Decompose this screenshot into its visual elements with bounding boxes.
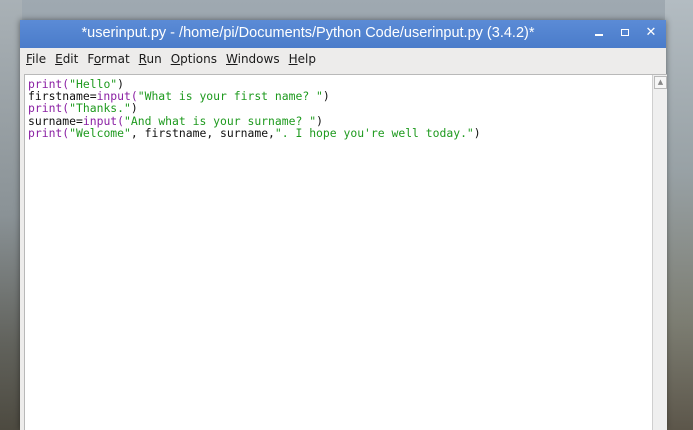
- maximize-icon[interactable]: [618, 26, 632, 40]
- menu-help[interactable]: Help: [289, 52, 316, 66]
- window-title: *userinput.py - /home/pi/Documents/Pytho…: [81, 25, 535, 41]
- minimize-icon[interactable]: [592, 26, 606, 40]
- title-bar[interactable]: *userinput.py - /home/pi/Documents/Pytho…: [20, 20, 666, 48]
- menu-options[interactable]: Options: [171, 52, 217, 66]
- menu-run[interactable]: Run: [139, 52, 162, 66]
- vertical-scrollbar[interactable]: ▲: [652, 75, 667, 430]
- menu-edit[interactable]: Edit: [55, 52, 78, 66]
- code-editor[interactable]: print("Hello") firstname=input("What is y…: [28, 78, 649, 430]
- menu-windows[interactable]: Windows: [226, 52, 280, 66]
- desktop-background-right: [665, 0, 693, 430]
- menu-bar: File Edit Format Run Options Windows Help: [20, 48, 666, 70]
- window-controls: ✕: [592, 26, 658, 40]
- menu-file[interactable]: File: [26, 52, 46, 66]
- idle-editor-window: *userinput.py - /home/pi/Documents/Pytho…: [20, 20, 667, 430]
- desktop-background-left: [0, 0, 22, 430]
- menu-format[interactable]: Format: [87, 52, 129, 66]
- editor-frame: print("Hello") firstname=input("What is y…: [24, 74, 667, 430]
- close-icon[interactable]: ✕: [644, 26, 658, 40]
- code-line: print("Welcome", firstname, surname,". I…: [28, 125, 481, 140]
- scroll-up-arrow-icon[interactable]: ▲: [654, 76, 667, 89]
